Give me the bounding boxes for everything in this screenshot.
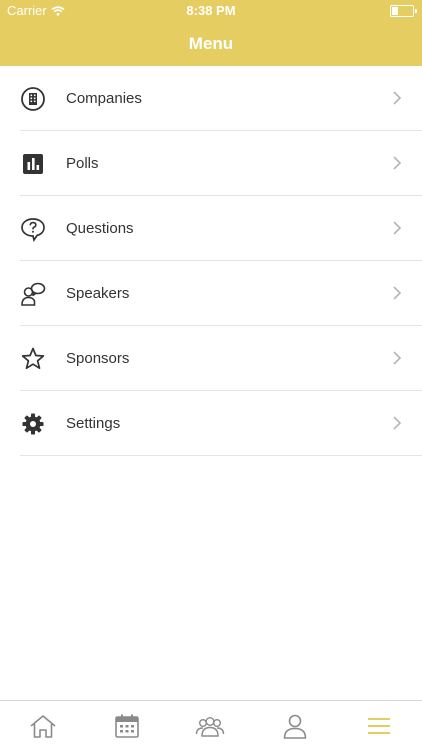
menu-item-questions[interactable]: Questions	[0, 196, 422, 261]
menu-item-sponsors[interactable]: Sponsors	[0, 326, 422, 391]
question-bubble-icon	[21, 218, 45, 242]
menu-item-label: Sponsors	[66, 350, 130, 367]
gear-icon	[22, 413, 44, 435]
chevron-right-icon	[393, 416, 402, 430]
chevron-right-icon	[393, 221, 402, 235]
profile-icon[interactable]	[280, 713, 310, 739]
menu-item-label: Settings	[66, 415, 121, 432]
menu-item-label: Companies	[66, 90, 142, 107]
chevron-right-icon	[393, 156, 402, 170]
chevron-right-icon	[393, 91, 402, 105]
menu-item-polls[interactable]: Polls	[0, 131, 422, 196]
bar-chart-icon	[23, 154, 43, 174]
nav-bar: Menu	[0, 22, 422, 66]
tab-bar	[0, 700, 422, 751]
star-icon	[21, 347, 45, 370]
menu-item-label: Polls	[66, 155, 99, 172]
menu-item-settings[interactable]: Settings	[0, 391, 422, 456]
battery-icon	[390, 5, 417, 17]
menu-list: Companies Polls Questions Speakers Spons…	[0, 66, 422, 456]
menu-item-companies[interactable]: Companies	[0, 66, 422, 131]
people-icon[interactable]	[195, 713, 225, 739]
hamburger-icon[interactable]	[364, 713, 394, 739]
chevron-right-icon	[393, 351, 402, 365]
status-time: 8:38 PM	[186, 3, 236, 18]
calendar-icon[interactable]	[112, 713, 142, 739]
speaker-icon	[21, 282, 46, 306]
status-bar: Carrier 8:38 PM	[0, 0, 422, 22]
menu-item-speakers[interactable]: Speakers	[0, 261, 422, 326]
separator	[20, 455, 422, 456]
menu-item-label: Speakers	[66, 285, 130, 302]
page-title: Menu	[188, 34, 234, 53]
chevron-right-icon	[393, 286, 402, 300]
menu-item-label: Questions	[66, 220, 134, 237]
home-icon[interactable]	[28, 713, 58, 739]
building-icon	[21, 87, 45, 111]
